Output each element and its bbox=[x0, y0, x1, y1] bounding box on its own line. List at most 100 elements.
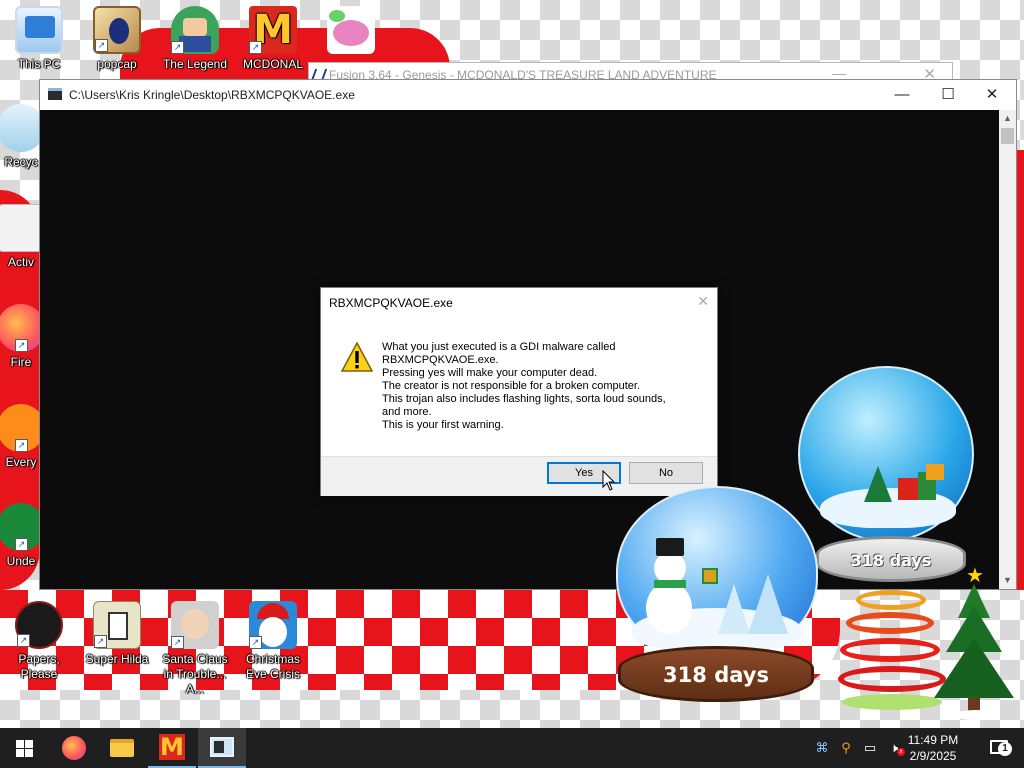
shortcut-arrow-icon: ↗ bbox=[15, 439, 28, 452]
gift-box-icon bbox=[926, 464, 944, 480]
dialog-message-line: The creator is not responsible for a bro… bbox=[382, 380, 641, 392]
taskbar: M ⌘ ⚲ ▭ 🕨 x 11:49 PM 2/9/2025 1 bbox=[0, 728, 1024, 768]
console-close-button[interactable]: ✕ bbox=[970, 82, 1014, 108]
desktop-icon-the-legend[interactable]: ↗ The Legend bbox=[156, 6, 234, 72]
dialog-message-line: Pressing yes will make your computer dea… bbox=[382, 367, 598, 379]
snow-globe-small: 318 days bbox=[612, 486, 822, 702]
scarf bbox=[654, 580, 686, 588]
console-window-title: C:\Users\Kris Kringle\Desktop\RBXMCPQKVA… bbox=[69, 88, 355, 102]
dialog-message-line: RBXMCPQKVAOE.exe. bbox=[382, 354, 499, 366]
shortcut-arrow-icon: ↗ bbox=[171, 41, 184, 54]
computer-icon bbox=[15, 6, 63, 54]
dialog-message: What you just executed is a GDI malware … bbox=[382, 341, 702, 432]
snow-globe-large-glass bbox=[798, 366, 974, 542]
papers-please-icon: ↗ bbox=[15, 601, 63, 649]
tray-network-globe-icon[interactable]: ⌘ bbox=[814, 740, 830, 756]
shortcut-arrow-icon: ↗ bbox=[171, 636, 184, 649]
dialog-message-line: This trojan also includes flashing light… bbox=[382, 393, 666, 405]
console-app-icon bbox=[210, 737, 234, 757]
dialog-title: RBXMCPQKVAOE.exe bbox=[329, 296, 453, 310]
taskbar-console-button[interactable] bbox=[198, 728, 246, 768]
desktop-icon-label: Every bbox=[5, 455, 37, 469]
desktop-icon-label: Santa Claus in Trouble... A... bbox=[162, 652, 228, 696]
desktop-icon-mcdonal-treasure[interactable]: M ↗ MCDONAL bbox=[234, 6, 312, 72]
star-icon: ★ bbox=[966, 565, 984, 587]
gift-box-icon bbox=[702, 568, 718, 584]
snow-globe-small-glass bbox=[616, 486, 818, 658]
shortcut-arrow-icon: ↗ bbox=[15, 339, 28, 352]
desktop-icon-label: Fire bbox=[10, 355, 32, 369]
console-titlebar[interactable]: C:\Users\Kris Kringle\Desktop\RBXMCPQKVA… bbox=[40, 80, 1016, 110]
shortcut-arrow-icon: ↗ bbox=[95, 39, 108, 52]
taskbar-clock[interactable]: 11:49 PM 2/9/2025 bbox=[902, 732, 964, 764]
taskbar-file-explorer-button[interactable] bbox=[98, 728, 146, 768]
desktop-icon-label: MCDONAL bbox=[242, 57, 303, 71]
christmas-tree-icon: ★ bbox=[928, 566, 1020, 722]
shortcut-arrow-icon: ↗ bbox=[17, 634, 30, 647]
no-button[interactable]: No bbox=[629, 462, 703, 484]
action-center-button[interactable]: 1 bbox=[976, 728, 1024, 768]
clock-time: 11:49 PM bbox=[907, 733, 959, 747]
legend-character-icon: ↗ bbox=[171, 6, 219, 54]
windows-logo-icon bbox=[15, 739, 33, 757]
dialog-titlebar[interactable]: RBXMCPQKVAOE.exe ✕ bbox=[321, 288, 717, 316]
taskbar-firefox-button[interactable] bbox=[50, 728, 98, 768]
shortcut-arrow-icon: ↗ bbox=[94, 635, 107, 648]
super-hilda-icon: ↗ bbox=[93, 601, 141, 649]
mcdonalds-logo-icon: M bbox=[159, 733, 185, 761]
tree-icon bbox=[748, 574, 788, 634]
warning-icon bbox=[341, 342, 373, 372]
desktop-icon-popcap[interactable]: ↗ popcap bbox=[78, 6, 156, 72]
top-hat-icon bbox=[656, 538, 684, 556]
desktop-icon-label: This PC bbox=[17, 57, 61, 71]
snow-globe-small-label: 318 days bbox=[663, 663, 769, 687]
dialog-body: What you just executed is a GDI malware … bbox=[321, 316, 717, 456]
desktop-icon-super-hilda[interactable]: ↗ Super Hilda bbox=[78, 601, 156, 667]
desktop-icon-christmas-eve-crisis[interactable]: ↗ Christmas Eve Crisis bbox=[234, 601, 312, 682]
desktop-icon-label: Unde bbox=[6, 554, 36, 568]
firefox-icon bbox=[62, 736, 86, 760]
desktop-icon-label: Papers, Please bbox=[18, 652, 60, 681]
desktop-icon-santa-claus-in-trouble[interactable]: ↗ Santa Claus in Trouble... A... bbox=[156, 601, 234, 697]
desktop-icon-this-pc[interactable]: This PC bbox=[0, 6, 78, 72]
taskbar-mcdonalds-button[interactable]: M bbox=[148, 728, 196, 768]
snowman-body bbox=[646, 582, 692, 634]
dialog-message-line: and more. bbox=[382, 406, 432, 418]
shortcut-arrow-icon: ↗ bbox=[249, 636, 262, 649]
tray-search-icon[interactable]: ⚲ bbox=[838, 740, 854, 756]
console-scrollbar[interactable]: ▲ ▼ bbox=[999, 110, 1016, 589]
scroll-up-arrow-icon[interactable]: ▲ bbox=[999, 110, 1016, 127]
wallpaper-ribbon-right bbox=[1017, 150, 1024, 590]
desktop-icon-papers-please[interactable]: ↗ Papers, Please bbox=[0, 601, 78, 682]
pink-pig-icon bbox=[327, 6, 375, 54]
dialog-message-line: This is your first warning. bbox=[382, 419, 504, 431]
scroll-thumb[interactable] bbox=[1001, 128, 1014, 144]
desktop-icon-pig-game[interactable] bbox=[312, 6, 390, 62]
snow-globe-small-base: 318 days bbox=[618, 646, 814, 702]
desktop-icon-label: Activ bbox=[7, 255, 34, 269]
shortcut-arrow-icon: ↗ bbox=[249, 41, 262, 54]
desktop-icon-label: Super Hilda bbox=[85, 652, 149, 666]
tree-icon bbox=[718, 584, 750, 634]
folder-icon bbox=[110, 739, 134, 757]
desktop-icon-label: Recyc bbox=[4, 155, 38, 169]
desktop-icon-label: Christmas Eve Crisis bbox=[245, 652, 300, 681]
gift-box-icon bbox=[898, 478, 920, 500]
console-minimize-button[interactable]: — bbox=[880, 82, 924, 108]
dialog-message-line: What you just executed is a GDI malware … bbox=[382, 341, 616, 353]
popcap-icon: ↗ bbox=[93, 6, 141, 54]
console-app-icon bbox=[48, 88, 62, 100]
clock-date: 2/9/2025 bbox=[909, 749, 957, 763]
dialog-close-button[interactable]: ✕ bbox=[697, 293, 709, 310]
tray-network-icon[interactable]: ▭ bbox=[862, 740, 878, 756]
santa-face-icon: ↗ bbox=[249, 601, 297, 649]
console-maximize-button[interactable]: ☐ bbox=[926, 82, 970, 108]
desktop-icon-label: The Legend bbox=[162, 57, 228, 71]
warning-dialog[interactable]: RBXMCPQKVAOE.exe ✕ What you just execute… bbox=[320, 287, 718, 496]
santa-character-icon: ↗ bbox=[171, 601, 219, 649]
mcdonalds-logo-icon: M ↗ bbox=[249, 6, 297, 54]
desktop-icon-label: popcap bbox=[97, 57, 137, 71]
start-button[interactable] bbox=[0, 728, 48, 768]
snow-globe-large: 318 days bbox=[796, 364, 986, 584]
shortcut-arrow-icon: ↗ bbox=[15, 538, 28, 551]
